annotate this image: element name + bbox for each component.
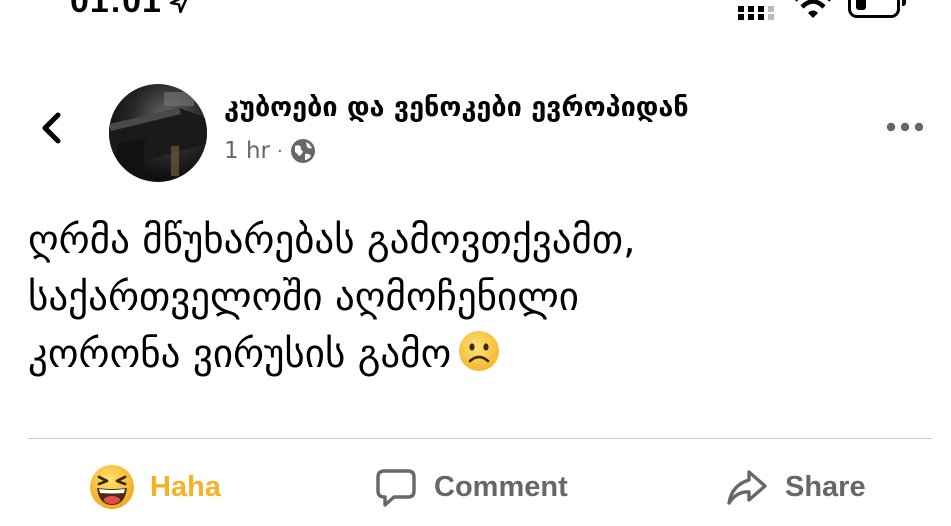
globe-icon [290, 139, 315, 163]
location-arrow-icon [169, 0, 188, 14]
share-arrow-icon [727, 470, 767, 505]
wifi-icon [795, 0, 831, 18]
haha-emoji-icon [90, 465, 134, 509]
comment-label: Comment [434, 470, 568, 503]
haha-label: Haha [150, 470, 221, 503]
share-button[interactable]: Share [725, 458, 866, 516]
comment-button[interactable]: Comment [374, 458, 568, 516]
status-bar: 01:01 [0, 0, 951, 30]
more-options-button[interactable] [884, 110, 926, 144]
post-text-line: საქართველოში აღმოჩენილი [28, 275, 579, 320]
back-button[interactable] [30, 105, 76, 151]
battery-icon [848, 0, 906, 18]
status-time: 01:01 [70, 0, 162, 20]
cellular-signal-icon [738, 6, 774, 20]
post-text-line-content: კორონა ვირუსის გამო [28, 332, 452, 377]
page-avatar[interactable] [109, 84, 207, 182]
share-label: Share [785, 470, 866, 503]
meta-separator: · [276, 140, 283, 162]
coffin-photo-icon [109, 92, 207, 182]
comment-bubble-icon [376, 469, 416, 507]
actions-divider [28, 438, 932, 439]
haha-reaction-button[interactable]: Haha [88, 458, 221, 516]
page-name[interactable]: კუბოები და ვენოკები ევროპიდან [224, 92, 689, 123]
frowning-face-icon [459, 331, 500, 371]
post-text-line: კორონა ვირუსის გამო [28, 326, 928, 383]
post-meta: 1 hr · [224, 138, 316, 164]
post-text: ღრმა მწუხარებას გამოვთქვამთ, საქართველოშ… [28, 212, 928, 383]
post-time[interactable]: 1 hr [224, 138, 270, 164]
post-text-line: ღრმა მწუხარებას გამოვთქვამთ, [28, 218, 636, 263]
